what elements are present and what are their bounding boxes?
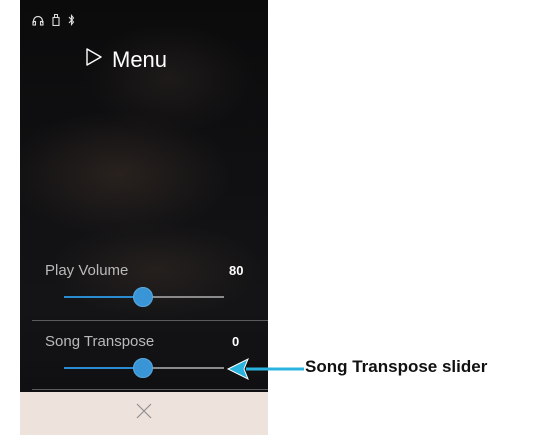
play-volume-slider[interactable] [64,287,224,307]
status-bar [32,14,75,26]
close-bar[interactable] [20,392,268,435]
callout-arrow-icon [226,357,304,381]
close-icon[interactable] [136,403,152,424]
menu-title: Menu [112,47,168,72]
song-transpose-slider-fill [64,367,142,369]
play-volume-slider-track [142,296,224,298]
headphones-icon [32,15,44,26]
song-transpose-value: 0 [232,334,240,349]
play-volume-slider-thumb[interactable] [133,287,153,307]
song-transpose-slider-thumb[interactable] [133,358,153,378]
bluetooth-icon [68,14,75,26]
song-transpose-label: Song Transpose [45,333,155,350]
play-triangle-icon [84,47,104,73]
song-transpose-slider-track [142,367,224,369]
divider [32,320,268,321]
play-volume-value: 80 [229,263,244,278]
play-volume-slider-fill [64,296,142,298]
menu-button[interactable]: Menu [84,44,167,76]
divider [32,389,268,390]
usb-icon [52,14,60,26]
callout-label: Song Transpose slider [305,357,488,376]
play-volume-label: Play Volume [45,262,129,279]
song-transpose-slider[interactable] [64,358,224,378]
